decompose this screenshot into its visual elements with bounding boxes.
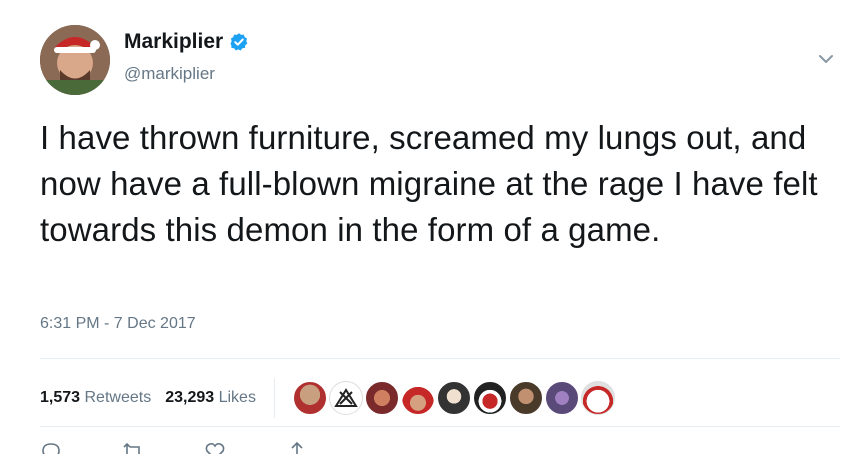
tweet-text: I have thrown furniture, screamed my lun… bbox=[40, 119, 818, 248]
liker-avatar[interactable] bbox=[328, 381, 363, 415]
liker-avatar[interactable] bbox=[508, 381, 543, 415]
liker-avatar[interactable] bbox=[400, 381, 435, 415]
heart-icon[interactable] bbox=[204, 440, 226, 454]
liker-avatar[interactable] bbox=[580, 381, 615, 415]
likes-label: Likes bbox=[218, 389, 256, 406]
stats-separator bbox=[273, 378, 275, 418]
liker-avatar[interactable] bbox=[472, 381, 507, 415]
retweet-icon[interactable] bbox=[122, 440, 144, 454]
retweets-count: 1,573 bbox=[40, 389, 81, 406]
share-icon[interactable] bbox=[286, 440, 308, 454]
reply-icon[interactable] bbox=[40, 440, 62, 454]
liker-avatar[interactable] bbox=[364, 381, 399, 415]
liker-avatar[interactable] bbox=[436, 381, 471, 415]
divider bbox=[40, 358, 840, 359]
tweet-actions bbox=[40, 440, 308, 454]
author-display-name[interactable]: Markiplier bbox=[124, 30, 223, 54]
liker-avatar[interactable] bbox=[544, 381, 579, 415]
tweet-card: Markiplier @markiplier I have thrown fur… bbox=[0, 0, 865, 454]
tweet-stats: 1,573 Retweets 23,293 Likes bbox=[40, 378, 615, 418]
likers-avatars bbox=[292, 381, 615, 415]
tweet-timestamp[interactable]: 6:31 PM - 7 Dec 2017 bbox=[40, 315, 196, 333]
retweets-label: Retweets bbox=[84, 389, 152, 406]
divider bbox=[40, 426, 840, 427]
author-handle[interactable]: @markiplier bbox=[124, 64, 215, 84]
liker-avatar[interactable] bbox=[292, 381, 327, 415]
likes-stat[interactable]: 23,293 Likes bbox=[165, 389, 256, 407]
avatar[interactable] bbox=[40, 25, 110, 95]
chevron-down-icon[interactable] bbox=[817, 50, 835, 68]
author-name-row[interactable]: Markiplier bbox=[124, 30, 249, 54]
retweets-stat[interactable]: 1,573 Retweets bbox=[40, 389, 151, 407]
verified-badge-icon bbox=[229, 32, 249, 52]
likes-count: 23,293 bbox=[165, 389, 215, 406]
